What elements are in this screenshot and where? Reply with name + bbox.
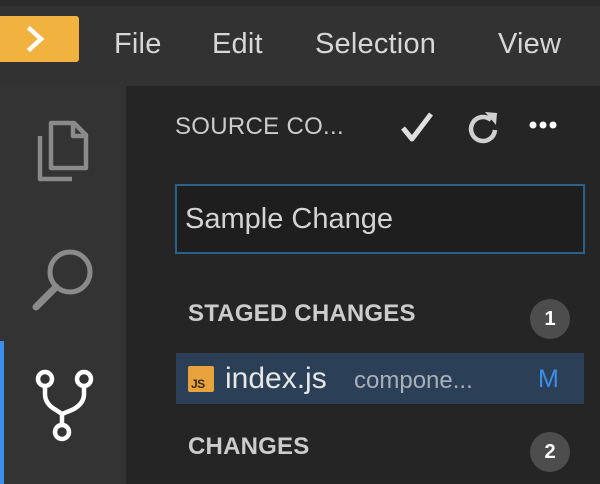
search-icon[interactable] — [30, 246, 98, 312]
commit-message-input[interactable] — [175, 184, 585, 254]
panel-title: SOURCE CO... — [175, 113, 344, 140]
file-status-modified: M — [538, 365, 559, 393]
files-icon[interactable] — [36, 120, 90, 182]
file-path: compone... — [354, 367, 473, 394]
file-name: index.js — [225, 362, 327, 395]
more-icon[interactable] — [529, 121, 557, 129]
js-file-icon: JS — [188, 366, 214, 392]
source-control-icon[interactable] — [34, 368, 94, 444]
active-view-indicator — [0, 341, 4, 484]
staged-count-badge: 1 — [530, 299, 570, 339]
staged-changes-header[interactable]: STAGED CHANGES — [188, 299, 416, 329]
commit-checkmark-icon[interactable] — [400, 111, 434, 143]
app-menu-button[interactable] — [0, 16, 79, 62]
menu-bar: File Edit Selection View — [0, 0, 600, 86]
menu-selection[interactable]: Selection — [315, 26, 436, 62]
refresh-icon[interactable] — [466, 110, 500, 146]
staged-file-row[interactable]: JS index.js compone... M — [176, 353, 584, 404]
menu-file[interactable]: File — [114, 26, 162, 62]
menu-view[interactable]: View — [498, 26, 561, 62]
chevron-right-icon — [26, 26, 45, 52]
menu-edit[interactable]: Edit — [212, 26, 263, 62]
changes-count-badge: 2 — [530, 432, 570, 472]
changes-header[interactable]: CHANGES — [188, 432, 309, 462]
source-control-panel — [126, 86, 600, 484]
